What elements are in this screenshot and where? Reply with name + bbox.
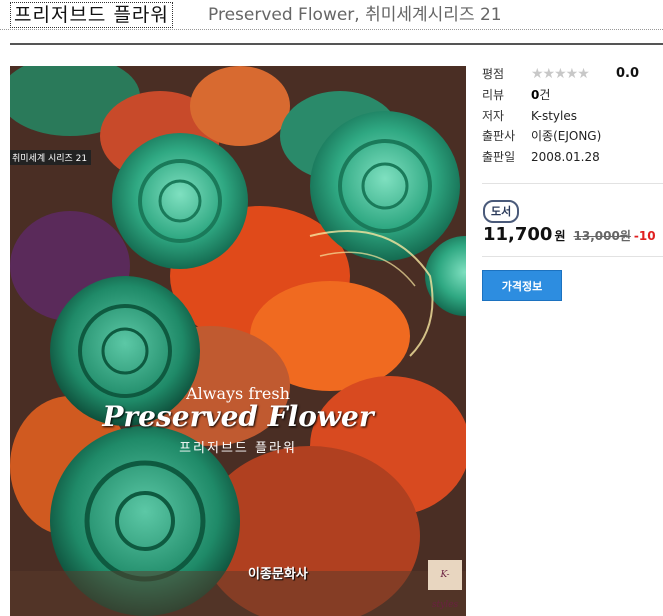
review-row: 리뷰 0건: [482, 85, 663, 105]
publisher-link[interactable]: 이종(EJONG): [531, 126, 601, 146]
cover-artwork: [10, 66, 466, 616]
page-title: 프리저브드 플라워: [10, 2, 173, 28]
rating-row: 평점 ★★★★★ 0.0: [482, 64, 663, 84]
header-divider: [10, 43, 663, 45]
book-type-badge: 도서: [483, 200, 520, 223]
cover-title-kr: 프리저브드 플라워: [179, 441, 297, 456]
author-row: 저자 K-styles: [482, 106, 663, 126]
original-price: 13,000원: [573, 229, 631, 243]
discount-rate: -10: [633, 229, 656, 243]
pubdate-row: 출판일 2008.01.28: [482, 147, 663, 167]
brand-tag: K-styles: [428, 560, 462, 610]
review-count[interactable]: 0건: [531, 85, 550, 105]
price-divider: [482, 256, 663, 257]
publisher-label: 출판사: [482, 129, 516, 143]
review-label: 리뷰: [482, 88, 505, 102]
info-divider: [482, 183, 663, 184]
cover-title-en: Preserved Flower: [102, 400, 374, 433]
review-count-unit: 건: [539, 88, 551, 102]
page-subtitle: Preserved Flower, 취미세계시리즈 21: [208, 5, 502, 25]
pubdate-label: 출판일: [482, 150, 516, 164]
rating-value: 0.0: [616, 66, 640, 81]
sale-price-unit: 원: [554, 229, 566, 243]
book-cover-image[interactable]: 취미세계 시리즈 21 Always fresh Preserved Flowe…: [10, 66, 466, 616]
publisher-logo: 이종문화사: [248, 567, 308, 582]
publisher-row: 출판사 이종(EJONG): [482, 126, 663, 146]
author-link[interactable]: K-styles: [531, 106, 577, 126]
author-label: 저자: [482, 109, 505, 123]
rating-label: 평점: [482, 67, 505, 81]
sale-price: 11,700: [483, 224, 553, 245]
series-tag: 취미세계 시리즈 21: [10, 150, 92, 165]
star-rating-icon: ★★★★★: [531, 66, 590, 82]
price-info-button[interactable]: 가격정보: [482, 270, 562, 301]
title-bar: 프리저브드 플라워 Preserved Flower, 취미세계시리즈 21: [0, 0, 663, 30]
price-line: 11,700 원 13,000원 -10: [483, 224, 656, 245]
pubdate-value: 2008.01.28: [531, 150, 600, 164]
